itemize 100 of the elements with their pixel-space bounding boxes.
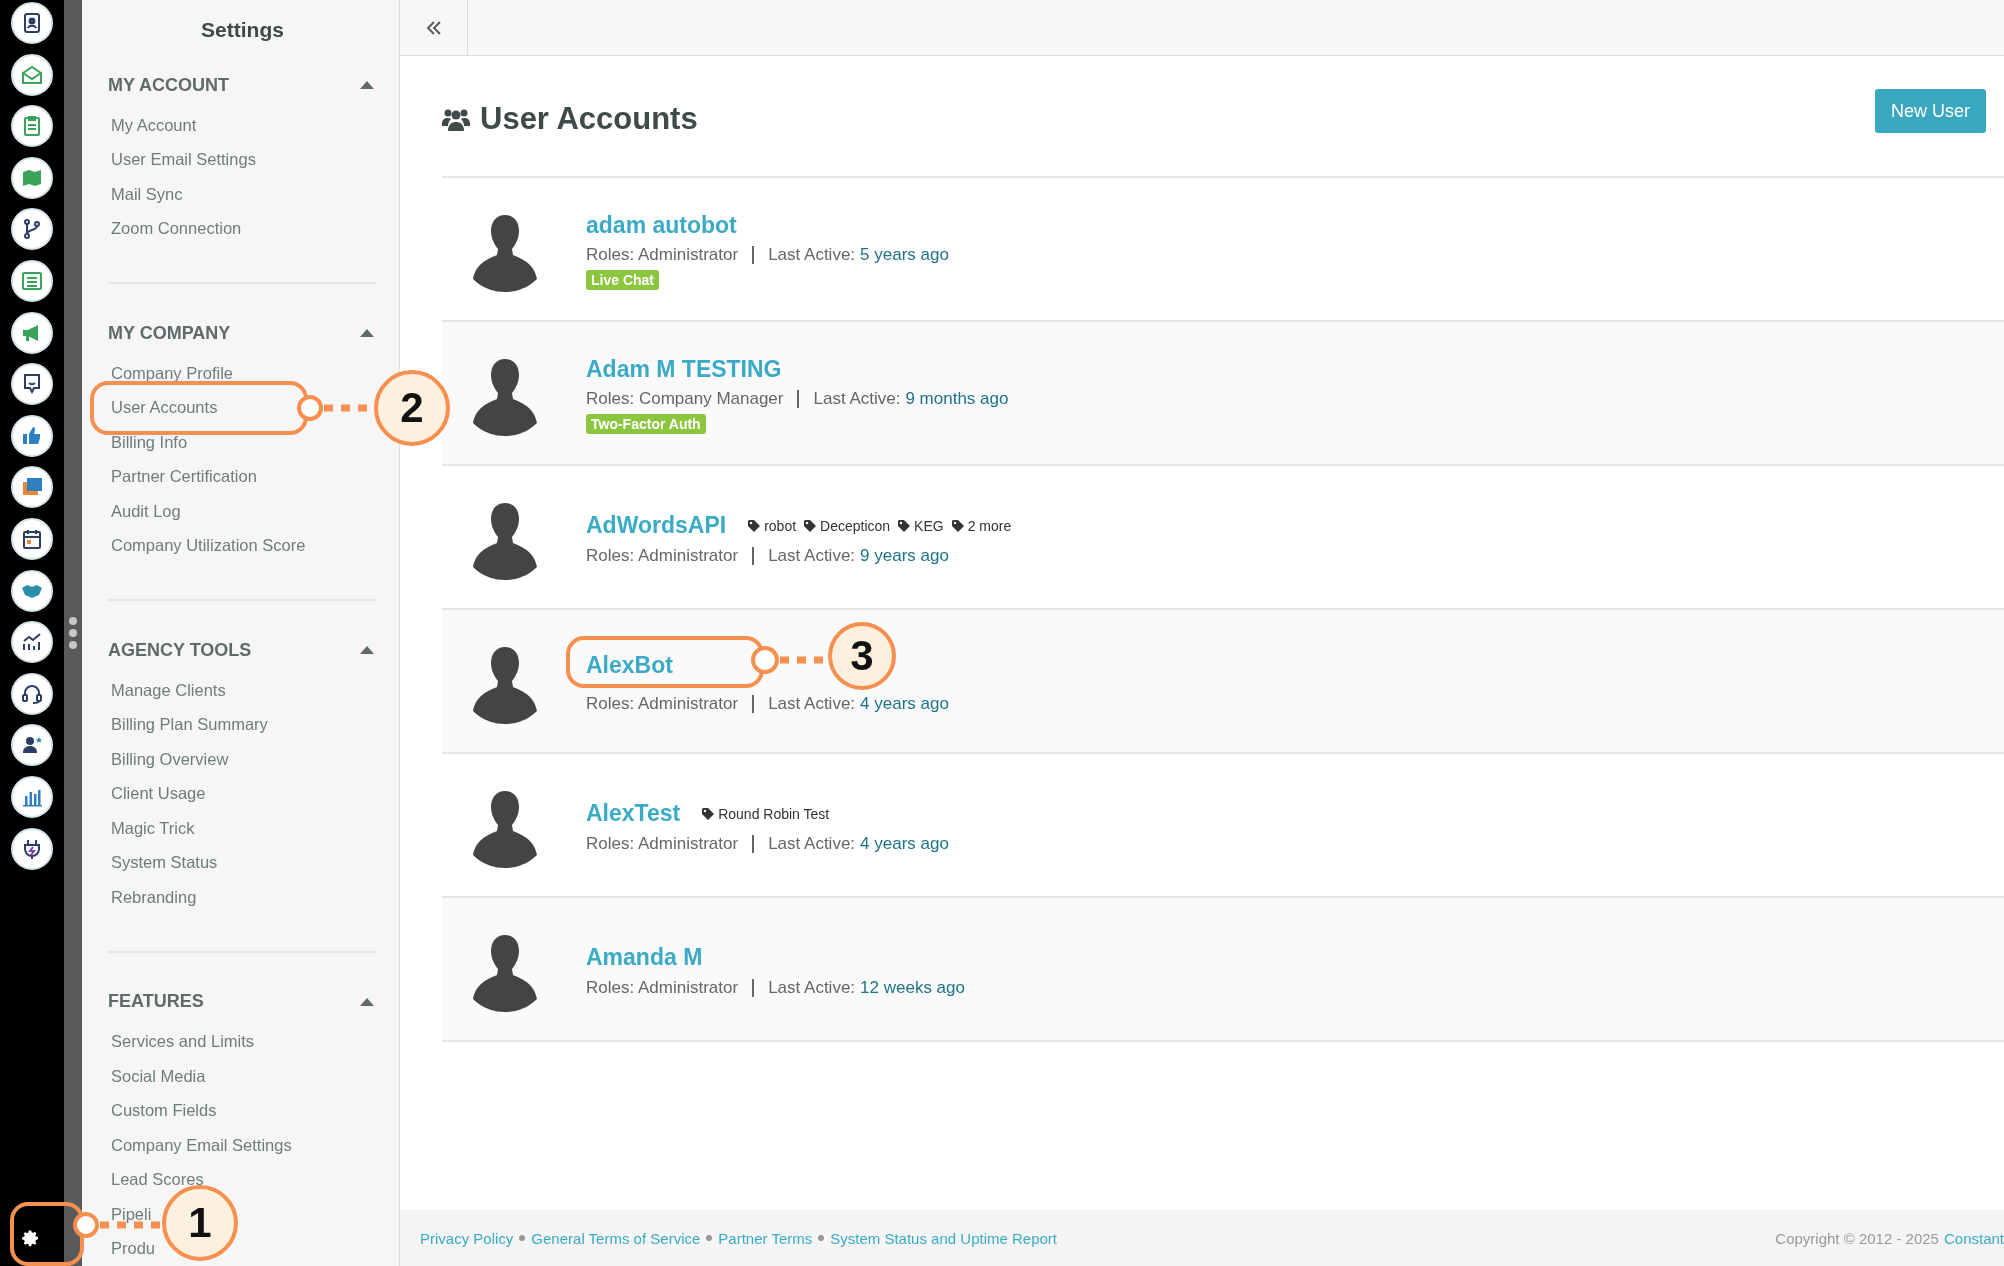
tag-icon	[804, 519, 817, 532]
last-active-value: 4 years ago	[860, 833, 949, 854]
bullet-separator	[706, 1235, 713, 1241]
sidebar-link[interactable]: Zoom Connection	[111, 219, 242, 239]
user-silhouette-icon	[472, 357, 538, 437]
caret-icon[interactable]	[359, 645, 375, 655]
tag-label: 2 more	[967, 517, 1012, 534]
sidebar-link[interactable]: Partner Certification	[111, 467, 257, 487]
caret-icon[interactable]	[359, 996, 375, 1007]
map-icon[interactable]	[11, 156, 53, 199]
sidebar-link[interactable]: Client Usage	[111, 784, 206, 804]
section-heading: AGENCY TOOLS	[108, 639, 252, 661]
user-roles: Roles: Administrator	[586, 694, 739, 714]
sidebar-title: Settings	[200, 18, 285, 42]
user-silhouette-icon	[472, 789, 538, 869]
sidebar-link[interactable]: Mail Sync	[111, 184, 183, 204]
megaphone-icon[interactable]	[11, 311, 53, 354]
user-roles: Roles: Company Manager	[586, 389, 784, 409]
headset-icon[interactable]	[11, 672, 53, 715]
user-roles: Roles: Administrator	[586, 245, 739, 265]
step-number: 2	[374, 369, 450, 446]
last-active-label: Last Active:	[768, 245, 856, 265]
section-heading: MY COMPANY	[108, 322, 231, 344]
contact-book-icon[interactable]	[11, 2, 53, 44]
sidebar-link[interactable]: Pipeli	[111, 1204, 152, 1224]
tag-label: robot	[764, 517, 797, 534]
footer-link[interactable]: Partner Terms	[718, 1229, 813, 1247]
last-active-label: Last Active:	[768, 833, 856, 854]
line-chart-icon[interactable]	[11, 621, 53, 664]
sidebar-link[interactable]: System Status	[111, 853, 218, 873]
feature-badge: Live Chat	[586, 270, 659, 290]
tag-label: KEG	[914, 517, 944, 534]
section-heading: MY ACCOUNT	[108, 74, 229, 96]
bar-chart-icon[interactable]	[11, 775, 53, 818]
envelope-icon[interactable]	[11, 53, 53, 96]
sidebar-link[interactable]: Magic Trick	[111, 818, 195, 838]
sidebar-link[interactable]: Company Profile	[111, 363, 233, 383]
tag-icon	[898, 519, 911, 532]
sidebar-link[interactable]: Manage Clients	[111, 680, 226, 700]
user-silhouette-icon	[472, 645, 538, 725]
bullet-separator	[818, 1235, 825, 1241]
sidebar-link[interactable]: Audit Log	[111, 501, 181, 521]
user-roles: Roles: Administrator	[586, 833, 739, 854]
user-name-link[interactable]: Adam M TESTING	[586, 355, 782, 383]
last-active-value: 9 years ago	[860, 545, 949, 566]
user-name-link[interactable]: AlexBot	[586, 651, 673, 679]
tag-icon	[702, 807, 715, 820]
tag-icon	[748, 519, 761, 532]
last-active-label: Last Active:	[768, 694, 856, 714]
tag-icon	[951, 519, 964, 532]
clipboard-icon[interactable]	[11, 105, 53, 148]
user-roles: Roles: Administrator	[586, 545, 739, 566]
feature-badge: Two-Factor Auth	[586, 414, 706, 434]
footer-link[interactable]: General Terms of Service	[531, 1229, 701, 1247]
sidebar-link[interactable]: Company Utilization Score	[111, 536, 306, 556]
user-name-link[interactable]: adam autobot	[586, 211, 737, 239]
double-chevron-icon	[425, 20, 442, 35]
user-silhouette-icon	[472, 213, 538, 293]
plug-icon[interactable]	[11, 827, 53, 870]
tag-label: Decepticon	[820, 517, 891, 534]
company-link[interactable]: Constant	[1943, 1229, 2004, 1247]
caret-icon[interactable]	[359, 80, 375, 90]
tag-label: Round Robin Test	[718, 805, 830, 822]
picture-icon[interactable]	[11, 466, 53, 509]
last-active-label: Last Active:	[813, 389, 901, 409]
sidebar-link[interactable]: Social Media	[111, 1066, 206, 1086]
last-active-value: 5 years ago	[860, 245, 949, 265]
sidebar-link[interactable]: Company Email Settings	[111, 1135, 292, 1155]
sidebar-link[interactable]: Custom Fields	[111, 1101, 217, 1121]
new-user-button[interactable]: New User	[1875, 89, 1986, 133]
sidebar-link[interactable]: Rebranding	[111, 887, 197, 907]
sidebar-link[interactable]: Billing Overview	[111, 749, 229, 769]
page-title: User Accounts	[480, 101, 698, 137]
footer-link[interactable]: System Status and Uptime Report	[830, 1229, 1057, 1247]
copyright-text: Copyright © 2012 - 2025	[1775, 1229, 1939, 1247]
user-roles: Roles: Administrator	[586, 977, 739, 998]
bullet-separator	[519, 1235, 526, 1241]
sidebar-link[interactable]: Billing Info	[111, 432, 188, 452]
section-heading: FEATURES	[108, 991, 204, 1012]
sidebar-link[interactable]: Billing Plan Summary	[111, 715, 268, 735]
user-name-link[interactable]: AdWordsAPI	[586, 512, 727, 539]
user-name-link[interactable]: Amanda M	[586, 944, 703, 971]
list-icon[interactable]	[11, 259, 53, 302]
last-active-label: Last Active:	[768, 545, 856, 566]
user-silhouette-icon	[472, 933, 538, 1013]
caret-icon[interactable]	[359, 328, 375, 338]
last-active-value: 12 weeks ago	[860, 977, 965, 998]
sidebar-link[interactable]: My Account	[111, 115, 197, 135]
sidebar-link[interactable]: Services and Limits	[111, 1032, 255, 1052]
sidebar-link[interactable]: Produ	[111, 1239, 156, 1259]
thumbs-up-icon[interactable]	[11, 414, 53, 457]
user-name-link[interactable]: AlexTest	[586, 800, 681, 827]
chat-bubble-icon[interactable]	[11, 363, 53, 406]
branch-icon[interactable]	[11, 208, 53, 251]
footer-link[interactable]: Privacy Policy	[420, 1229, 514, 1247]
last-active-value: 4 years ago	[860, 694, 949, 714]
drag-handle-icon[interactable]	[69, 617, 77, 649]
sidebar-link[interactable]: User Email Settings	[111, 150, 256, 170]
sidebar-link[interactable]: User Accounts	[111, 398, 218, 418]
calendar-icon[interactable]	[11, 517, 53, 560]
